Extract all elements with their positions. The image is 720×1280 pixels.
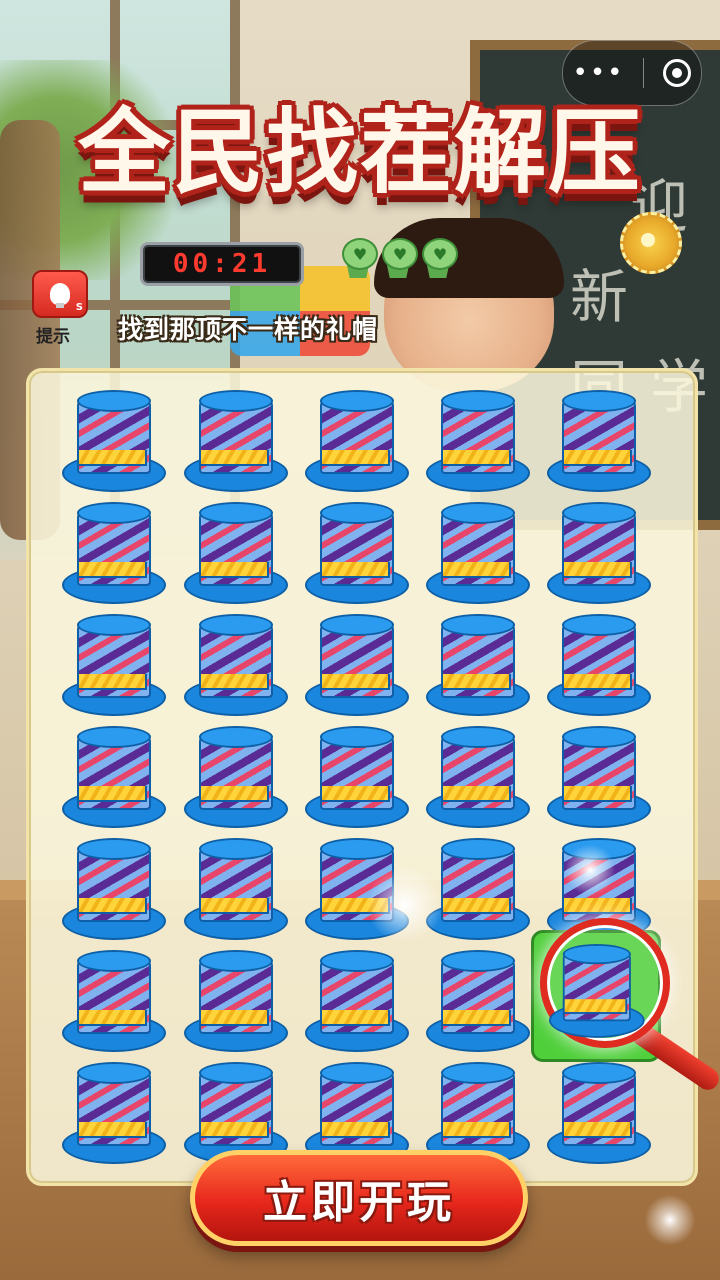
top-hat[interactable] bbox=[62, 390, 166, 492]
hint-badge: S bbox=[75, 302, 83, 313]
settings-gear-icon[interactable] bbox=[620, 212, 682, 274]
countdown-timer: 00:21 bbox=[140, 242, 304, 286]
top-hat[interactable] bbox=[547, 614, 651, 716]
top-hat[interactable] bbox=[305, 502, 409, 604]
top-hat[interactable] bbox=[305, 950, 409, 1052]
top-hat[interactable] bbox=[547, 1062, 651, 1164]
top-hat[interactable] bbox=[62, 502, 166, 604]
top-hat[interactable] bbox=[184, 502, 288, 604]
top-hat[interactable] bbox=[305, 390, 409, 492]
chalk-char: 新 bbox=[570, 263, 629, 331]
top-hat[interactable] bbox=[62, 614, 166, 716]
sparkle bbox=[640, 1190, 700, 1250]
top-hat[interactable] bbox=[305, 614, 409, 716]
top-hat[interactable] bbox=[426, 390, 530, 492]
top-hat[interactable] bbox=[62, 950, 166, 1052]
play-now-label: 立即开玩 bbox=[263, 1177, 455, 1228]
lives-indicator: ♥ ♥ ♥ bbox=[340, 238, 458, 278]
top-hat[interactable] bbox=[184, 838, 288, 940]
top-hat[interactable] bbox=[62, 838, 166, 940]
top-hat[interactable] bbox=[184, 726, 288, 828]
top-hat[interactable] bbox=[305, 1062, 409, 1164]
game-title: 全民找茬解压 bbox=[77, 99, 642, 206]
instruction-text: 找到那顶不一样的礼帽 bbox=[118, 315, 379, 344]
top-hat[interactable] bbox=[547, 502, 651, 604]
top-hat[interactable] bbox=[547, 726, 651, 828]
top-hat[interactable] bbox=[62, 1062, 166, 1164]
odd-hat-target[interactable] bbox=[549, 944, 645, 1038]
top-hat[interactable] bbox=[305, 726, 409, 828]
top-hat[interactable] bbox=[426, 614, 530, 716]
top-hat[interactable] bbox=[184, 950, 288, 1052]
top-hat[interactable] bbox=[426, 1062, 530, 1164]
top-hat[interactable] bbox=[547, 390, 651, 492]
play-now-button[interactable]: 立即开玩 bbox=[190, 1150, 528, 1246]
top-hat[interactable] bbox=[184, 614, 288, 716]
top-hat[interactable] bbox=[62, 726, 166, 828]
top-hat[interactable] bbox=[426, 726, 530, 828]
top-hat[interactable] bbox=[426, 950, 530, 1052]
lightbulb-icon bbox=[50, 283, 70, 308]
sparkle bbox=[360, 860, 450, 950]
heart-ribbon-icon: ♥ bbox=[340, 238, 378, 278]
hint-button[interactable]: S bbox=[32, 270, 88, 318]
heart-ribbon-icon: ♥ bbox=[420, 238, 458, 278]
sparkle bbox=[560, 840, 620, 900]
top-hat[interactable] bbox=[184, 390, 288, 492]
top-hat[interactable] bbox=[184, 1062, 288, 1164]
top-hat[interactable] bbox=[426, 502, 530, 604]
hint-label: 提示 bbox=[36, 327, 70, 347]
heart-ribbon-icon: ♥ bbox=[380, 238, 418, 278]
